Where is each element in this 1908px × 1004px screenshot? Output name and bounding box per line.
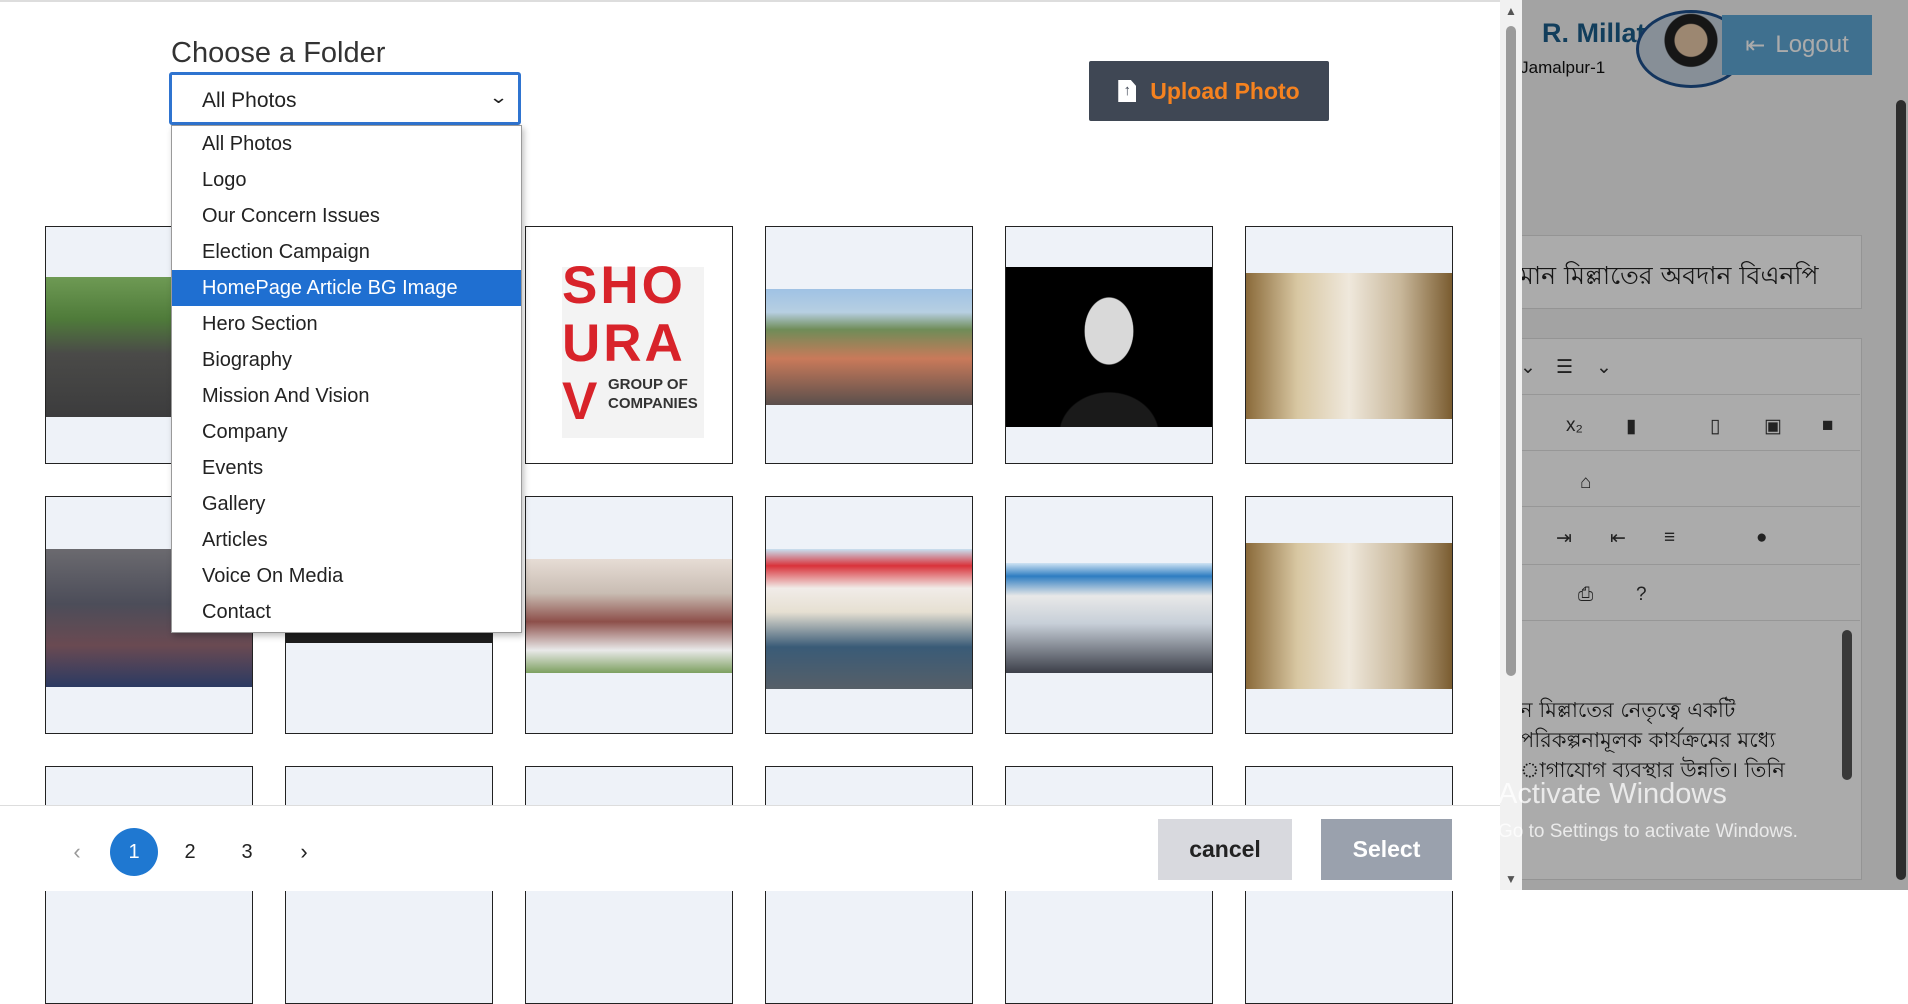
folder-option[interactable]: Articles [172,522,521,558]
logo-tagline-line: GROUP OF [608,376,688,393]
scrollbar-thumb[interactable] [1506,26,1516,676]
folder-option-highlighted[interactable]: HomePage Article BG Image [172,270,521,306]
modal-title: Choose a Folder [171,37,386,69]
photo-tile[interactable] [765,226,973,464]
photo-thumbnail [1006,563,1212,673]
modal-backdrop [1500,0,1908,890]
photo-thumbnail [526,559,732,673]
folder-dropdown-list: All Photos Logo Our Concern Issues Elect… [171,125,522,633]
activate-windows-title: Activate Windows [1498,778,1727,810]
folder-option[interactable]: Mission And Vision [172,378,521,414]
photo-thumbnail [1006,267,1212,427]
select-button[interactable]: Select [1321,819,1452,880]
folder-option[interactable]: Election Campaign [172,234,521,270]
logo-letters-line: SHO [562,256,686,315]
folder-option[interactable]: Hero Section [172,306,521,342]
photo-tile[interactable] [1245,226,1453,464]
folder-option[interactable]: Voice On Media [172,558,521,594]
folder-option[interactable]: Our Concern Issues [172,198,521,234]
activate-windows-hint: Go to Settings to activate Windows. [1498,821,1798,842]
photo-thumbnail [766,289,972,405]
folder-select[interactable]: All Photos ⌄ [169,72,521,125]
scroll-down-icon[interactable]: ▼ [1505,872,1517,886]
photo-thumbnail [1246,543,1452,689]
pagination-page-3[interactable]: 3 [223,828,271,876]
photo-tile[interactable] [1005,496,1213,734]
upload-photo-button[interactable]: ↑ Upload Photo [1089,61,1329,121]
photo-tile[interactable] [525,496,733,734]
modal-scrollbar[interactable]: ▲ ▼ [1500,0,1522,890]
pagination-next-icon[interactable]: › [280,828,328,876]
logo-letters-line: URA [562,314,686,373]
folder-option[interactable]: Gallery [172,486,521,522]
photo-tile[interactable] [765,496,973,734]
folder-option[interactable]: All Photos [172,126,521,162]
cancel-button[interactable]: cancel [1158,819,1292,880]
logo-tagline-line: COMPANIES [608,395,698,412]
folder-option[interactable]: Logo [172,162,521,198]
logo-tagline: GROUP OF COMPANIES [608,375,698,413]
pagination-page-2[interactable]: 2 [166,828,214,876]
chevron-down-icon: ⌄ [488,87,509,107]
scroll-up-icon[interactable]: ▲ [1505,4,1517,18]
folder-option[interactable]: Events [172,450,521,486]
photo-thumbnail [1246,273,1452,419]
folder-option[interactable]: Contact [172,594,521,630]
folder-option[interactable]: Company [172,414,521,450]
photo-tile[interactable]: SHO URA V GROUP OF COMPANIES [525,226,733,464]
folder-select-value: All Photos [202,89,297,112]
upload-photo-label: Upload Photo [1150,77,1300,104]
photo-tile[interactable] [1245,496,1453,734]
photo-tile[interactable] [1005,226,1213,464]
activate-windows-watermark: Activate Windows Go to Settings to activ… [1498,778,1798,843]
pagination-prev-icon[interactable]: ‹ [53,828,101,876]
upload-file-icon: ↑ [1118,80,1137,102]
pagination-page-1[interactable]: 1 [110,828,158,876]
folder-option[interactable]: Biography [172,342,521,378]
photo-thumbnail [766,549,972,689]
